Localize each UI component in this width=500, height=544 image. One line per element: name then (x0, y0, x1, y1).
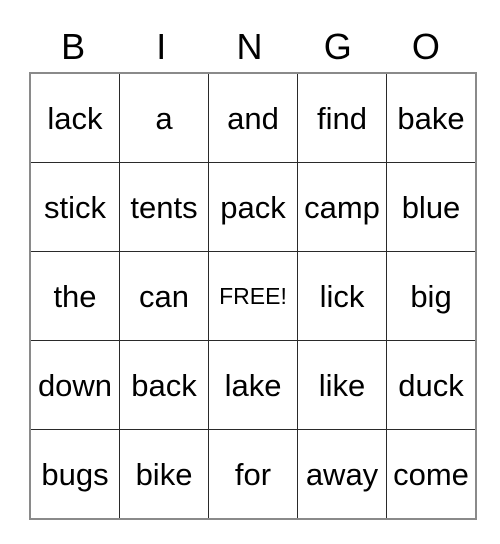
bingo-cell[interactable]: bake (386, 72, 477, 163)
bingo-cell-label: pack (220, 189, 286, 225)
bingo-cell-label: can (139, 278, 189, 314)
bingo-cell[interactable]: for (208, 429, 298, 520)
bingo-cell-label: like (318, 367, 366, 403)
bingo-cell-label: find (317, 100, 367, 136)
bingo-cell[interactable]: duck (386, 340, 477, 430)
bingo-cell[interactable]: tents (119, 162, 209, 252)
bingo-cell[interactable]: bugs (29, 429, 120, 520)
bingo-row: stick tents pack camp blue (29, 162, 477, 252)
header-letter-b: B (61, 26, 86, 67)
bingo-row: down back lake like duck (29, 340, 477, 430)
header-letter-i: I (156, 26, 167, 67)
bingo-cell-label: the (53, 278, 97, 314)
bingo-row: the can FREE! lick big (29, 251, 477, 341)
bingo-cell[interactable]: down (29, 340, 120, 430)
bingo-cell[interactable]: lake (208, 340, 298, 430)
bingo-cell[interactable]: blue (386, 162, 477, 252)
header-letter-o: O (411, 26, 440, 67)
bingo-cell-label: a (155, 100, 173, 136)
bingo-cell-label: bike (135, 456, 193, 492)
bingo-cell-label: duck (398, 367, 464, 403)
bingo-cell[interactable]: and (208, 72, 298, 163)
bingo-cell[interactable]: come (386, 429, 477, 520)
bingo-cell-label: lake (224, 367, 282, 403)
bingo-cell-label: and (227, 100, 279, 136)
bingo-cell[interactable]: like (297, 340, 387, 430)
bingo-row: bugs bike for away come (29, 429, 477, 520)
bingo-cell-label: away (305, 456, 379, 492)
bingo-cell[interactable]: away (297, 429, 387, 520)
bingo-cell-label: blue (401, 189, 461, 225)
bingo-cell[interactable]: find (297, 72, 387, 163)
bingo-cell[interactable]: camp (297, 162, 387, 252)
header-letter-n: N (236, 26, 263, 67)
bingo-cell-label: for (234, 456, 272, 492)
bingo-cell[interactable]: the (29, 251, 120, 341)
bingo-cell-label: camp (304, 189, 380, 225)
bingo-grid-body: lack a and find bake stick tents pack ca… (29, 72, 477, 520)
bingo-cell[interactable]: bike (119, 429, 209, 520)
bingo-cell[interactable]: stick (29, 162, 120, 252)
bingo-cell-label: down (37, 367, 113, 403)
bingo-cell[interactable]: lick (297, 251, 387, 341)
bingo-cell[interactable]: can (119, 251, 209, 341)
bingo-cell-free-space[interactable]: FREE! (208, 251, 298, 341)
header-letter-g: G (323, 26, 352, 67)
bingo-cell[interactable]: a (119, 72, 209, 163)
bingo-cell-label: back (131, 367, 197, 403)
bingo-card: B I N G O lack a and find bake stick ten… (29, 22, 477, 520)
bingo-free-label: FREE! (219, 282, 287, 309)
bingo-cell-label: tents (130, 189, 198, 225)
bingo-row: lack a and find bake (29, 72, 477, 163)
bingo-header: B I N G O (29, 22, 470, 72)
bingo-cell[interactable]: lack (29, 72, 120, 163)
bingo-cell-label: lack (47, 100, 103, 136)
bingo-cell[interactable]: back (119, 340, 209, 430)
bingo-cell[interactable]: pack (208, 162, 298, 252)
bingo-cell[interactable]: big (386, 251, 477, 341)
bingo-cell-label: stick (44, 189, 106, 225)
bingo-cell-label: big (410, 278, 452, 314)
bingo-cell-label: bugs (41, 456, 109, 492)
bingo-cell-label: come (393, 456, 469, 492)
bingo-cell-label: lick (319, 278, 365, 314)
bingo-cell-label: bake (397, 100, 465, 136)
bingo-grid: lack a and find bake stick tents pack ca… (29, 72, 477, 520)
